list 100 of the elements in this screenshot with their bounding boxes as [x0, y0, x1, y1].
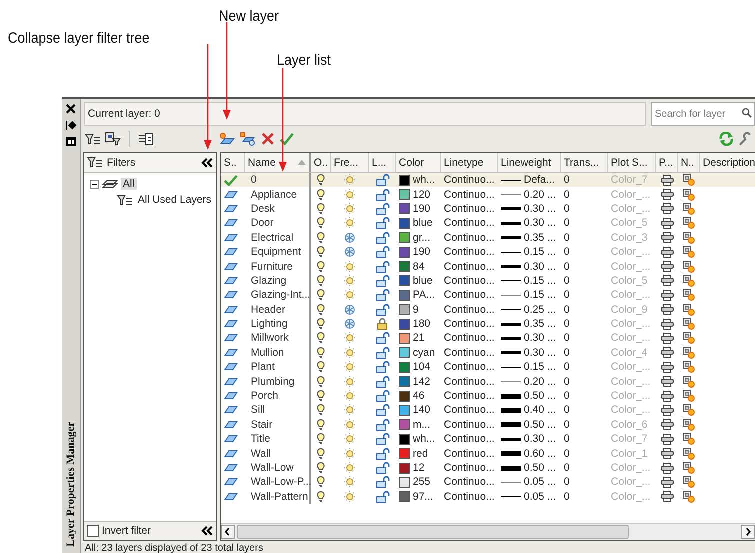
lightbulb-icon[interactable] — [317, 332, 325, 344]
table-row[interactable]: Sill 140 Continuo... 0.40 ... 0 Color_... — [221, 403, 755, 418]
lock-open-icon[interactable] — [376, 304, 390, 316]
scroll-right-icon[interactable] — [741, 525, 755, 539]
snowflake-icon[interactable] — [344, 318, 356, 330]
collapse-icon[interactable] — [201, 526, 213, 536]
printer-icon[interactable] — [660, 261, 674, 272]
sun-icon[interactable] — [344, 490, 356, 503]
printer-icon[interactable] — [660, 376, 674, 388]
new-layer-icon[interactable] — [219, 132, 235, 146]
viewport-freeze-icon[interactable] — [683, 462, 695, 474]
printer-icon[interactable] — [660, 404, 674, 416]
lock-open-icon[interactable] — [376, 246, 390, 258]
column-header[interactable]: S.. — [221, 153, 245, 172]
column-header[interactable]: Lineweight — [498, 153, 561, 172]
sun-icon[interactable] — [344, 390, 356, 402]
lightbulb-icon[interactable] — [317, 390, 325, 402]
delete-icon[interactable] — [261, 132, 275, 146]
color-swatch[interactable] — [399, 290, 410, 301]
lightbulb-icon[interactable] — [317, 202, 325, 215]
lock-open-icon[interactable] — [376, 202, 390, 215]
table-row[interactable]: Door blue Continuo... 0.30 ... 0 Color_5 — [221, 216, 755, 231]
lock-open-icon[interactable] — [376, 260, 390, 273]
set-current-icon[interactable] — [280, 132, 294, 146]
printer-icon[interactable] — [660, 419, 674, 430]
printer-icon[interactable] — [660, 275, 674, 286]
viewport-freeze-icon[interactable] — [683, 361, 695, 374]
sun-icon[interactable] — [344, 260, 356, 273]
printer-icon[interactable] — [660, 491, 674, 502]
color-swatch[interactable] — [399, 448, 410, 460]
column-header[interactable]: Plot S... — [608, 153, 656, 172]
snowflake-icon[interactable] — [344, 246, 356, 258]
viewport-freeze-icon[interactable] — [683, 404, 695, 416]
color-swatch[interactable] — [399, 261, 410, 272]
printer-icon[interactable] — [660, 318, 674, 330]
scrollbar-thumb[interactable] — [237, 525, 629, 539]
lightbulb-icon[interactable] — [317, 174, 325, 186]
table-row[interactable]: Millwork 21 Continuo... 0.30 ... 0 Color_... — [221, 331, 755, 346]
column-header[interactable]: Fre... — [331, 153, 369, 172]
lightbulb-icon[interactable] — [317, 289, 325, 302]
auto-hide-icon[interactable] — [66, 121, 76, 130]
table-row[interactable]: Appliance 120 Continuo... 0.20 ... 0 Color_... — [221, 187, 755, 202]
column-header[interactable]: O.. — [311, 153, 331, 172]
column-header[interactable]: N.. — [678, 153, 700, 172]
color-swatch[interactable] — [399, 332, 410, 344]
color-swatch[interactable] — [399, 476, 410, 488]
scroll-left-icon[interactable] — [221, 525, 235, 539]
color-swatch[interactable] — [399, 174, 410, 186]
lock-open-icon[interactable] — [376, 462, 390, 474]
printer-icon[interactable] — [660, 218, 674, 229]
viewport-freeze-icon[interactable] — [683, 232, 695, 244]
table-row[interactable]: Porch 46 Continuo... 0.50 ... 0 Color_... — [221, 388, 755, 404]
lock-open-icon[interactable] — [376, 274, 390, 287]
lightbulb-icon[interactable] — [317, 433, 325, 446]
table-row[interactable]: Glazing blue Continuo... 0.15 ... 0 Color_5 — [221, 274, 755, 288]
column-header[interactable]: Trans... — [561, 153, 608, 172]
lightbulb-icon[interactable] — [317, 376, 325, 388]
lock-closed-icon[interactable] — [377, 318, 388, 330]
table-row[interactable]: Wall-Pattern 97... Continuo... 0.05 ... 0 Color_... — [221, 490, 755, 504]
table-row[interactable]: Wall red Continuo... 0.60 ... 0 Color_1 — [221, 446, 755, 461]
table-row[interactable]: Lighting 180 Continuo... 0.35 ... 0 Color_... — [221, 316, 755, 332]
sun-icon[interactable] — [344, 188, 356, 201]
viewport-freeze-icon[interactable] — [683, 304, 695, 316]
lightbulb-icon[interactable] — [317, 361, 325, 374]
refresh-icon[interactable] — [719, 132, 734, 146]
column-header[interactable]: Linetype — [441, 153, 498, 172]
sun-icon[interactable] — [344, 448, 356, 460]
sun-icon[interactable] — [344, 404, 356, 416]
sun-icon[interactable] — [344, 433, 356, 446]
viewport-freeze-icon[interactable] — [683, 174, 695, 186]
viewport-freeze-icon[interactable] — [683, 246, 695, 258]
color-swatch[interactable] — [399, 362, 410, 373]
viewport-freeze-icon[interactable] — [683, 188, 695, 201]
snowflake-icon[interactable] — [344, 304, 356, 316]
lock-open-icon[interactable] — [376, 188, 390, 201]
table-row[interactable]: Plumbing 142 Continuo... 0.20 ... 0 Color_... — [221, 374, 755, 389]
printer-icon[interactable] — [660, 174, 674, 186]
new-layer-frozen-icon[interactable] — [240, 132, 256, 146]
checkbox[interactable] — [87, 525, 99, 537]
color-swatch[interactable] — [399, 189, 410, 200]
sun-icon[interactable] — [344, 361, 356, 374]
viewport-freeze-icon[interactable] — [683, 318, 695, 330]
printer-icon[interactable] — [660, 203, 674, 214]
printer-icon[interactable] — [660, 476, 674, 488]
printer-icon[interactable] — [660, 246, 674, 258]
lock-open-icon[interactable] — [376, 433, 390, 446]
snowflake-icon[interactable] — [344, 232, 356, 244]
printer-icon[interactable] — [660, 332, 674, 344]
color-swatch[interactable] — [399, 318, 410, 330]
color-swatch[interactable] — [399, 491, 410, 502]
viewport-freeze-icon[interactable] — [683, 390, 695, 402]
lightbulb-icon[interactable] — [317, 246, 325, 258]
viewport-freeze-icon[interactable] — [683, 289, 695, 302]
viewport-freeze-icon[interactable] — [683, 476, 695, 488]
printer-icon[interactable] — [660, 189, 674, 200]
lock-open-icon[interactable] — [376, 332, 390, 344]
color-swatch[interactable] — [399, 390, 410, 402]
table-row[interactable]: Title wh... Continuo... 0.30 ... 0 Color_7 — [221, 432, 755, 446]
table-row[interactable]: Wall-Low 12 Continuo... 0.50 ... 0 Color_... — [221, 460, 755, 476]
printer-icon[interactable] — [660, 390, 674, 402]
